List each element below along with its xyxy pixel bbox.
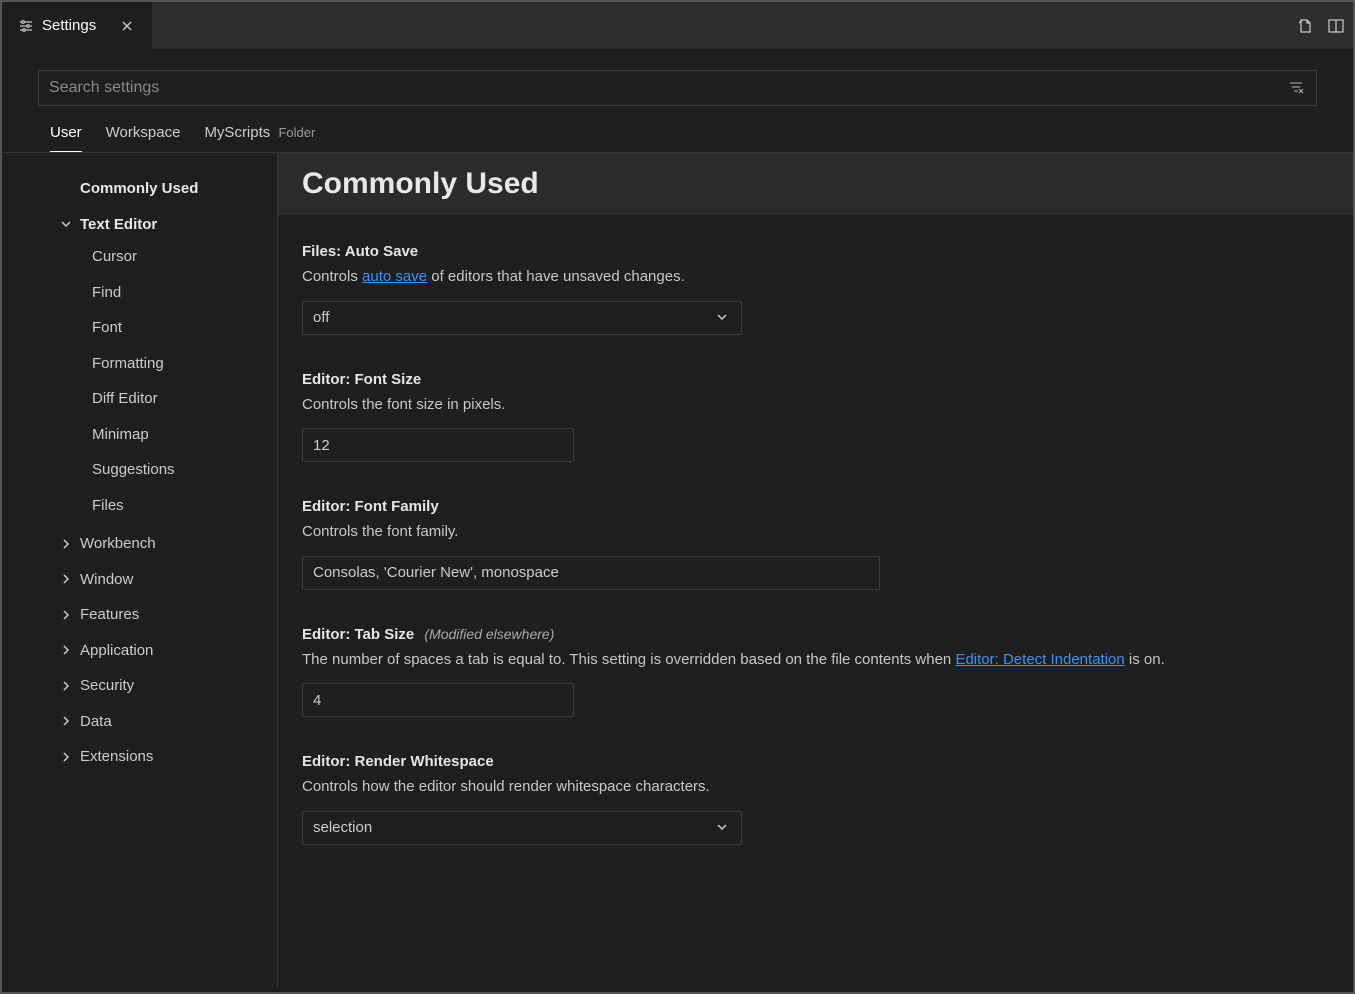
- chevron-down-icon: [58, 216, 74, 232]
- settings-content: Commonly Used Files: Auto Save Controls …: [278, 153, 1353, 987]
- setting-title: Editor: Render Whitespace: [302, 753, 1329, 770]
- chevron-right-icon: [58, 536, 74, 552]
- setting-editor-render-whitespace: Editor: Render Whitespace Controls how t…: [278, 743, 1353, 871]
- sidebar-item-window[interactable]: Window: [2, 565, 277, 595]
- font-size-field[interactable]: [313, 437, 563, 454]
- sidebar-item-security[interactable]: Security: [2, 671, 277, 701]
- tab-actions: [1295, 2, 1353, 49]
- detect-indentation-link[interactable]: Editor: Detect Indentation: [955, 651, 1124, 668]
- chevron-down-icon: [715, 310, 731, 326]
- search-row: [2, 50, 1353, 118]
- setting-description: Controls the font family.: [302, 521, 1329, 544]
- setting-description: Controls auto save of editors that have …: [302, 266, 1329, 289]
- sidebar-item-files[interactable]: Files: [2, 491, 277, 521]
- setting-description: Controls the font size in pixels.: [302, 394, 1329, 417]
- setting-editor-font-family: Editor: Font Family Controls the font fa…: [278, 488, 1353, 616]
- scope-tabs: User Workspace MyScripts Folder: [2, 118, 1353, 153]
- section-title: Commonly Used: [302, 167, 1329, 201]
- tab-size-input[interactable]: [302, 683, 574, 717]
- setting-title: Editor: Font Size: [302, 371, 1329, 388]
- scope-user[interactable]: User: [50, 124, 82, 152]
- tab-settings[interactable]: Settings: [2, 2, 152, 49]
- setting-title: Editor: Tab Size (Modified elsewhere): [302, 626, 1329, 643]
- setting-description: The number of spaces a tab is equal to. …: [302, 649, 1329, 672]
- scope-folder[interactable]: MyScripts Folder: [204, 124, 315, 151]
- sidebar-item-commonly-used[interactable]: Commonly Used: [2, 174, 277, 204]
- select-value: off: [313, 309, 329, 326]
- sidebar-item-minimap[interactable]: Minimap: [2, 420, 277, 450]
- render-whitespace-select[interactable]: selection: [302, 811, 742, 845]
- chevron-right-icon: [58, 642, 74, 658]
- section-header: Commonly Used: [278, 153, 1353, 215]
- split-editor-icon[interactable]: [1325, 15, 1347, 37]
- chevron-right-icon: [58, 749, 74, 765]
- chevron-right-icon: [58, 713, 74, 729]
- sidebar-item-application[interactable]: Application: [2, 636, 277, 666]
- font-size-input[interactable]: [302, 428, 574, 462]
- sidebar-item-data[interactable]: Data: [2, 707, 277, 737]
- sidebar-item-suggestions[interactable]: Suggestions: [2, 455, 277, 485]
- sidebar-item-find[interactable]: Find: [2, 278, 277, 308]
- setting-description: Controls how the editor should render wh…: [302, 776, 1329, 799]
- open-settings-json-icon[interactable]: [1295, 15, 1317, 37]
- sidebar-item-diff-editor[interactable]: Diff Editor: [2, 384, 277, 414]
- clear-filter-icon[interactable]: [1288, 79, 1306, 97]
- chevron-down-icon: [715, 820, 731, 836]
- modified-badge: (Modified elsewhere): [424, 626, 554, 642]
- tab-label: Settings: [42, 17, 96, 34]
- chevron-right-icon: [58, 571, 74, 587]
- font-family-field[interactable]: [313, 564, 869, 581]
- sidebar-item-workbench[interactable]: Workbench: [2, 529, 277, 559]
- search-field[interactable]: [49, 79, 1288, 97]
- sidebar-item-formatting[interactable]: Formatting: [2, 349, 277, 379]
- select-value: selection: [313, 819, 372, 836]
- chevron-right-icon: [58, 607, 74, 623]
- scope-workspace[interactable]: Workspace: [106, 124, 181, 151]
- setting-title: Files: Auto Save: [302, 243, 1329, 260]
- tab-size-field[interactable]: [313, 692, 563, 709]
- sidebar-item-cursor[interactable]: Cursor: [2, 242, 277, 272]
- settings-tree: Commonly Used Text Editor Cursor Find Fo…: [2, 153, 278, 987]
- auto-save-select[interactable]: off: [302, 301, 742, 335]
- sidebar-item-extensions[interactable]: Extensions: [2, 742, 277, 772]
- sidebar-item-text-editor[interactable]: Text Editor: [2, 210, 277, 240]
- settings-tab-icon: [18, 18, 34, 34]
- font-family-input[interactable]: [302, 556, 880, 590]
- close-icon[interactable]: [116, 15, 138, 37]
- setting-files-auto-save: Files: Auto Save Controls auto save of e…: [278, 233, 1353, 361]
- tab-bar: Settings: [2, 2, 1353, 50]
- scope-folder-name: MyScripts: [204, 124, 270, 141]
- scope-folder-suffix: Folder: [278, 125, 315, 140]
- auto-save-link[interactable]: auto save: [362, 268, 427, 285]
- setting-editor-tab-size: Editor: Tab Size (Modified elsewhere) Th…: [278, 616, 1353, 744]
- chevron-right-icon: [58, 678, 74, 694]
- setting-editor-font-size: Editor: Font Size Controls the font size…: [278, 361, 1353, 489]
- setting-title: Editor: Font Family: [302, 498, 1329, 515]
- search-settings-input[interactable]: [38, 70, 1317, 106]
- sidebar-item-features[interactable]: Features: [2, 600, 277, 630]
- sidebar-item-font[interactable]: Font: [2, 313, 277, 343]
